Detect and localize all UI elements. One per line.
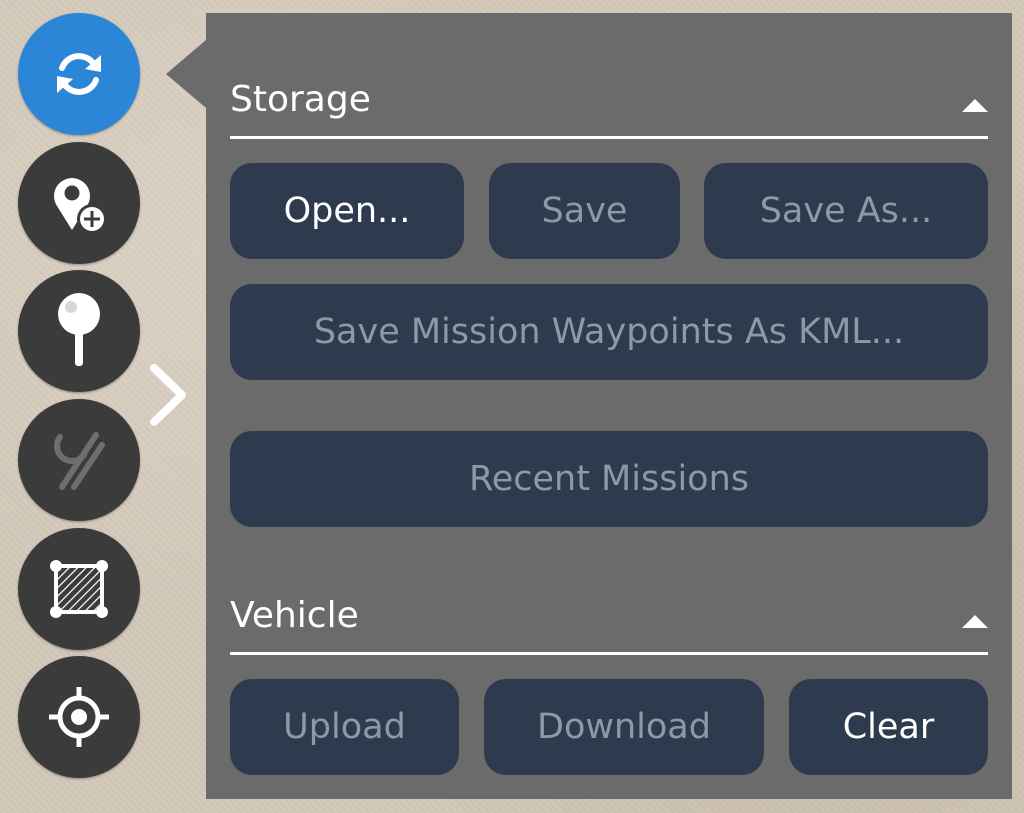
sync-icon <box>57 53 101 95</box>
roi-disabled-tool-button[interactable] <box>18 399 140 521</box>
waypoint-add-icon <box>54 178 107 234</box>
crosshair-icon <box>49 687 109 747</box>
upload-button[interactable]: Upload <box>230 679 459 775</box>
storage-section-title: Storage <box>230 79 371 120</box>
recent-missions-button[interactable]: Recent Missions <box>230 431 988 527</box>
save-as-button[interactable]: Save As... <box>704 163 988 259</box>
panel-pointer <box>166 40 206 108</box>
roi-disabled-icon <box>54 432 105 490</box>
save-button[interactable]: Save <box>489 163 680 259</box>
save-kml-button[interactable]: Save Mission Waypoints As KML... <box>230 284 988 380</box>
triangle-up-icon[interactable] <box>962 615 988 628</box>
open-button[interactable]: Open... <box>230 163 464 259</box>
rally-point-tool-button[interactable] <box>18 270 140 392</box>
rally-point-icon <box>58 293 100 366</box>
plan-panel: Storage Open... Save Save As... Save Mis… <box>206 13 1012 799</box>
vehicle-section-header[interactable]: Vehicle <box>230 596 988 655</box>
storage-section-header[interactable]: Storage <box>230 80 988 139</box>
geofence-icon <box>50 560 108 618</box>
waypoint-add-tool-button[interactable] <box>18 142 140 264</box>
vehicle-section-title: Vehicle <box>230 595 359 636</box>
download-button[interactable]: Download <box>484 679 764 775</box>
triangle-up-icon[interactable] <box>962 99 988 112</box>
clear-button[interactable]: Clear <box>789 679 988 775</box>
geofence-tool-button[interactable] <box>18 528 140 650</box>
center-map-tool-button[interactable] <box>18 656 140 778</box>
chevron-right-icon[interactable] <box>148 362 188 428</box>
sync-tool-button[interactable] <box>18 13 140 135</box>
